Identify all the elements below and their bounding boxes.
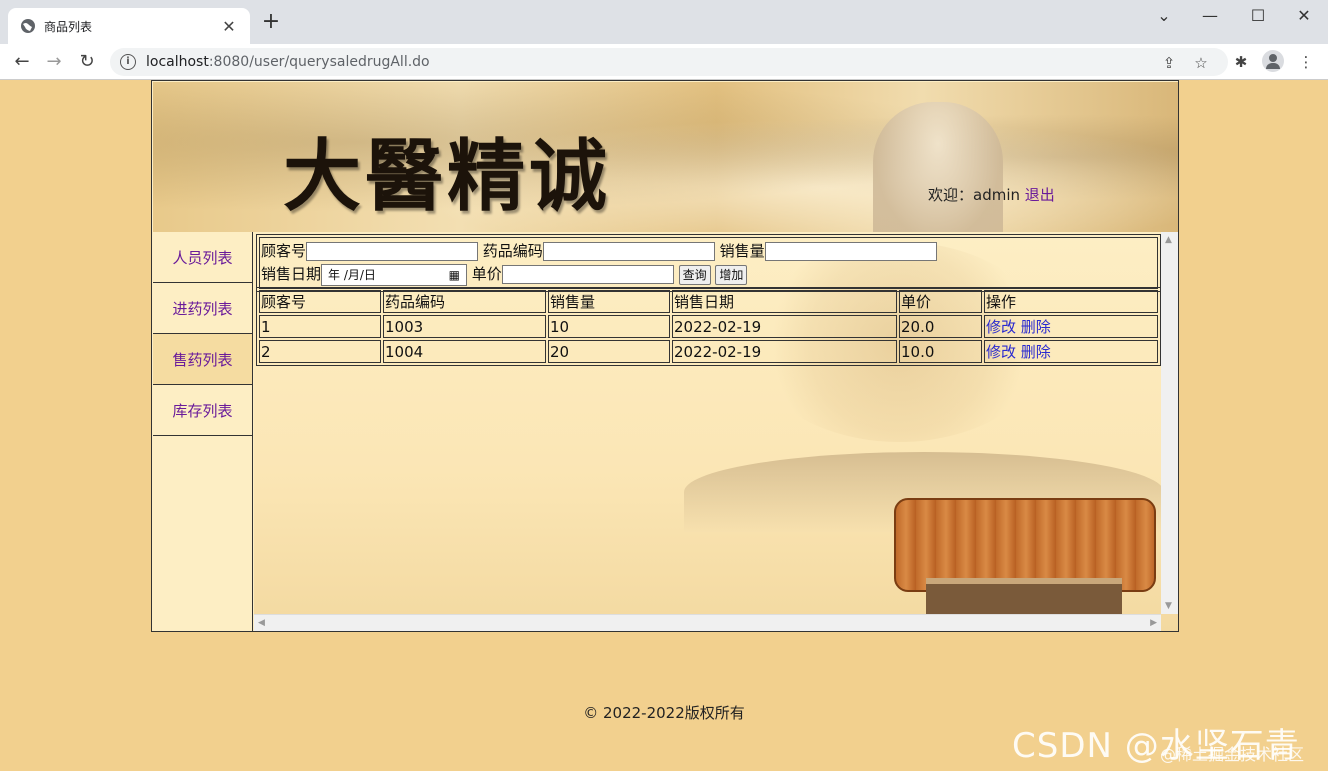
col-header-customer: 顾客号: [259, 290, 381, 313]
add-button[interactable]: 增加: [715, 264, 748, 285]
back-icon[interactable]: ←: [10, 50, 34, 74]
minimize-icon[interactable]: —: [1198, 6, 1222, 25]
banner-calligraphy: 大醫精诚: [283, 131, 612, 222]
horizontal-scrollbar[interactable]: ◀ ▶: [254, 614, 1161, 631]
delete-link[interactable]: 删除: [1021, 343, 1051, 361]
url-path: :8080/user/querysaledrugAll.do: [208, 54, 430, 70]
col-header-unit-price: 单价: [899, 290, 982, 313]
calendar-icon[interactable]: ▦: [449, 268, 460, 282]
tab-search-icon[interactable]: ⌄: [1152, 6, 1176, 25]
sale-date-label: 销售日期: [261, 265, 322, 283]
menu-icon[interactable]: ⋮: [1296, 52, 1316, 72]
browser-tab[interactable]: 商品列表 ✕: [8, 8, 250, 44]
cell-drug-code: 1004: [383, 340, 546, 363]
sale-date-input[interactable]: 年 /月/日 ▦: [321, 263, 468, 286]
new-tab-icon[interactable]: +: [260, 11, 282, 34]
watermark-juejin: @稀土掘金技术社区: [1160, 745, 1305, 764]
cell-sale-date: 2022-02-19: [672, 315, 897, 338]
header-banner: 大醫精诚 欢迎：admin 退出: [153, 82, 1178, 232]
close-window-icon[interactable]: ✕: [1292, 6, 1316, 25]
drug-code-label: 药品编码: [482, 242, 543, 260]
cell-customer: 1: [259, 315, 381, 338]
url-host: localhost: [146, 54, 209, 70]
col-header-actions: 操作: [984, 290, 1158, 313]
address-bar[interactable]: i localhost:8080/user/querysaledrugAll.d…: [110, 48, 1228, 76]
info-icon[interactable]: i: [120, 54, 136, 70]
cell-actions: 修改 删除: [984, 340, 1158, 363]
sales-table: 顾客号 药品编码 销售量 销售日期 单价 操作 1 1003 10 2022-0…: [256, 287, 1161, 366]
close-tab-icon[interactable]: ✕: [220, 17, 238, 36]
date-placeholder: 年 /月/日: [328, 268, 376, 282]
extensions-icon[interactable]: ✱: [1231, 52, 1251, 72]
query-button[interactable]: 查询: [678, 264, 711, 285]
share-icon[interactable]: ⇪: [1160, 54, 1178, 72]
table-row: 1 1003 10 2022-02-19 20.0 修改 删除: [259, 315, 1158, 338]
logout-link[interactable]: 退出: [1025, 186, 1055, 204]
sales-qty-label: 销售量: [719, 242, 765, 260]
col-header-drug-code: 药品编码: [383, 290, 546, 313]
edit-link[interactable]: 修改: [986, 343, 1016, 361]
background-scroll-stand: [926, 578, 1122, 614]
cell-sale-date: 2022-02-19: [672, 340, 897, 363]
browser-toolbar: ← → ↻ i localhost:8080/user/querysaledru…: [0, 44, 1328, 80]
col-header-sale-date: 销售日期: [672, 290, 897, 313]
sidebar-item-purchase[interactable]: 进药列表: [153, 283, 252, 334]
scroll-left-icon[interactable]: ◀: [258, 618, 265, 628]
unit-price-label: 单价: [471, 265, 502, 283]
unit-price-input[interactable]: [501, 265, 674, 284]
customer-input[interactable]: [306, 242, 479, 261]
cell-unit-price: 10.0: [899, 340, 982, 363]
bookmark-star-icon[interactable]: ☆: [1192, 54, 1210, 72]
table-row: 2 1004 20 2022-02-19 10.0 修改 删除: [259, 340, 1158, 363]
drug-code-input[interactable]: [542, 242, 715, 261]
cell-drug-code: 1003: [383, 315, 546, 338]
vertical-scrollbar[interactable]: ▲ ▼: [1161, 232, 1178, 614]
cell-sales-qty: 20: [548, 340, 670, 363]
search-row: 顾客号 药品编码 销售量 销售日期年 /月/日 ▦ 单价 查询 增加: [259, 237, 1158, 289]
page-frame: 大醫精诚 欢迎：admin 退出 人员列表 进药列表 售药列表 库存列表 顾客号…: [151, 80, 1179, 632]
tab-title: 商品列表: [44, 19, 93, 34]
globe-icon: [21, 19, 35, 33]
maximize-icon[interactable]: ☐: [1246, 6, 1270, 25]
cell-actions: 修改 删除: [984, 315, 1158, 338]
table-header-row: 顾客号 药品编码 销售量 销售日期 单价 操作: [259, 290, 1158, 313]
profile-avatar[interactable]: [1262, 50, 1284, 72]
browser-tabbar: 商品列表 ✕ + ⌄ — ☐ ✕: [0, 0, 1328, 44]
sidebar-item-personnel[interactable]: 人员列表: [153, 232, 252, 283]
sales-qty-input[interactable]: [764, 242, 937, 261]
cell-customer: 2: [259, 340, 381, 363]
sidebar: 人员列表 进药列表 售药列表 库存列表: [153, 232, 253, 631]
welcome-area: 欢迎：admin 退出: [928, 184, 1055, 205]
scroll-right-icon[interactable]: ▶: [1150, 618, 1157, 628]
search-form: 顾客号 药品编码 销售量 销售日期年 /月/日 ▦ 单价 查询 增加: [256, 234, 1161, 292]
sidebar-item-sales[interactable]: 售药列表: [153, 334, 252, 385]
cell-unit-price: 20.0: [899, 315, 982, 338]
edit-link[interactable]: 修改: [986, 318, 1016, 336]
banner-statue: [873, 102, 1003, 232]
forward-icon[interactable]: →: [42, 50, 66, 74]
customer-label: 顾客号: [261, 242, 307, 260]
scroll-up-icon[interactable]: ▲: [1165, 235, 1172, 245]
sidebar-item-inventory[interactable]: 库存列表: [153, 385, 252, 436]
reload-icon[interactable]: ↻: [75, 50, 99, 74]
col-header-sales-qty: 销售量: [548, 290, 670, 313]
content-frame: 顾客号 药品编码 销售量 销售日期年 /月/日 ▦ 单价 查询 增加 顾客号 药品…: [254, 232, 1178, 631]
cell-sales-qty: 10: [548, 315, 670, 338]
scroll-down-icon[interactable]: ▼: [1165, 601, 1172, 611]
delete-link[interactable]: 删除: [1021, 318, 1051, 336]
welcome-text: 欢迎：admin: [928, 186, 1020, 204]
